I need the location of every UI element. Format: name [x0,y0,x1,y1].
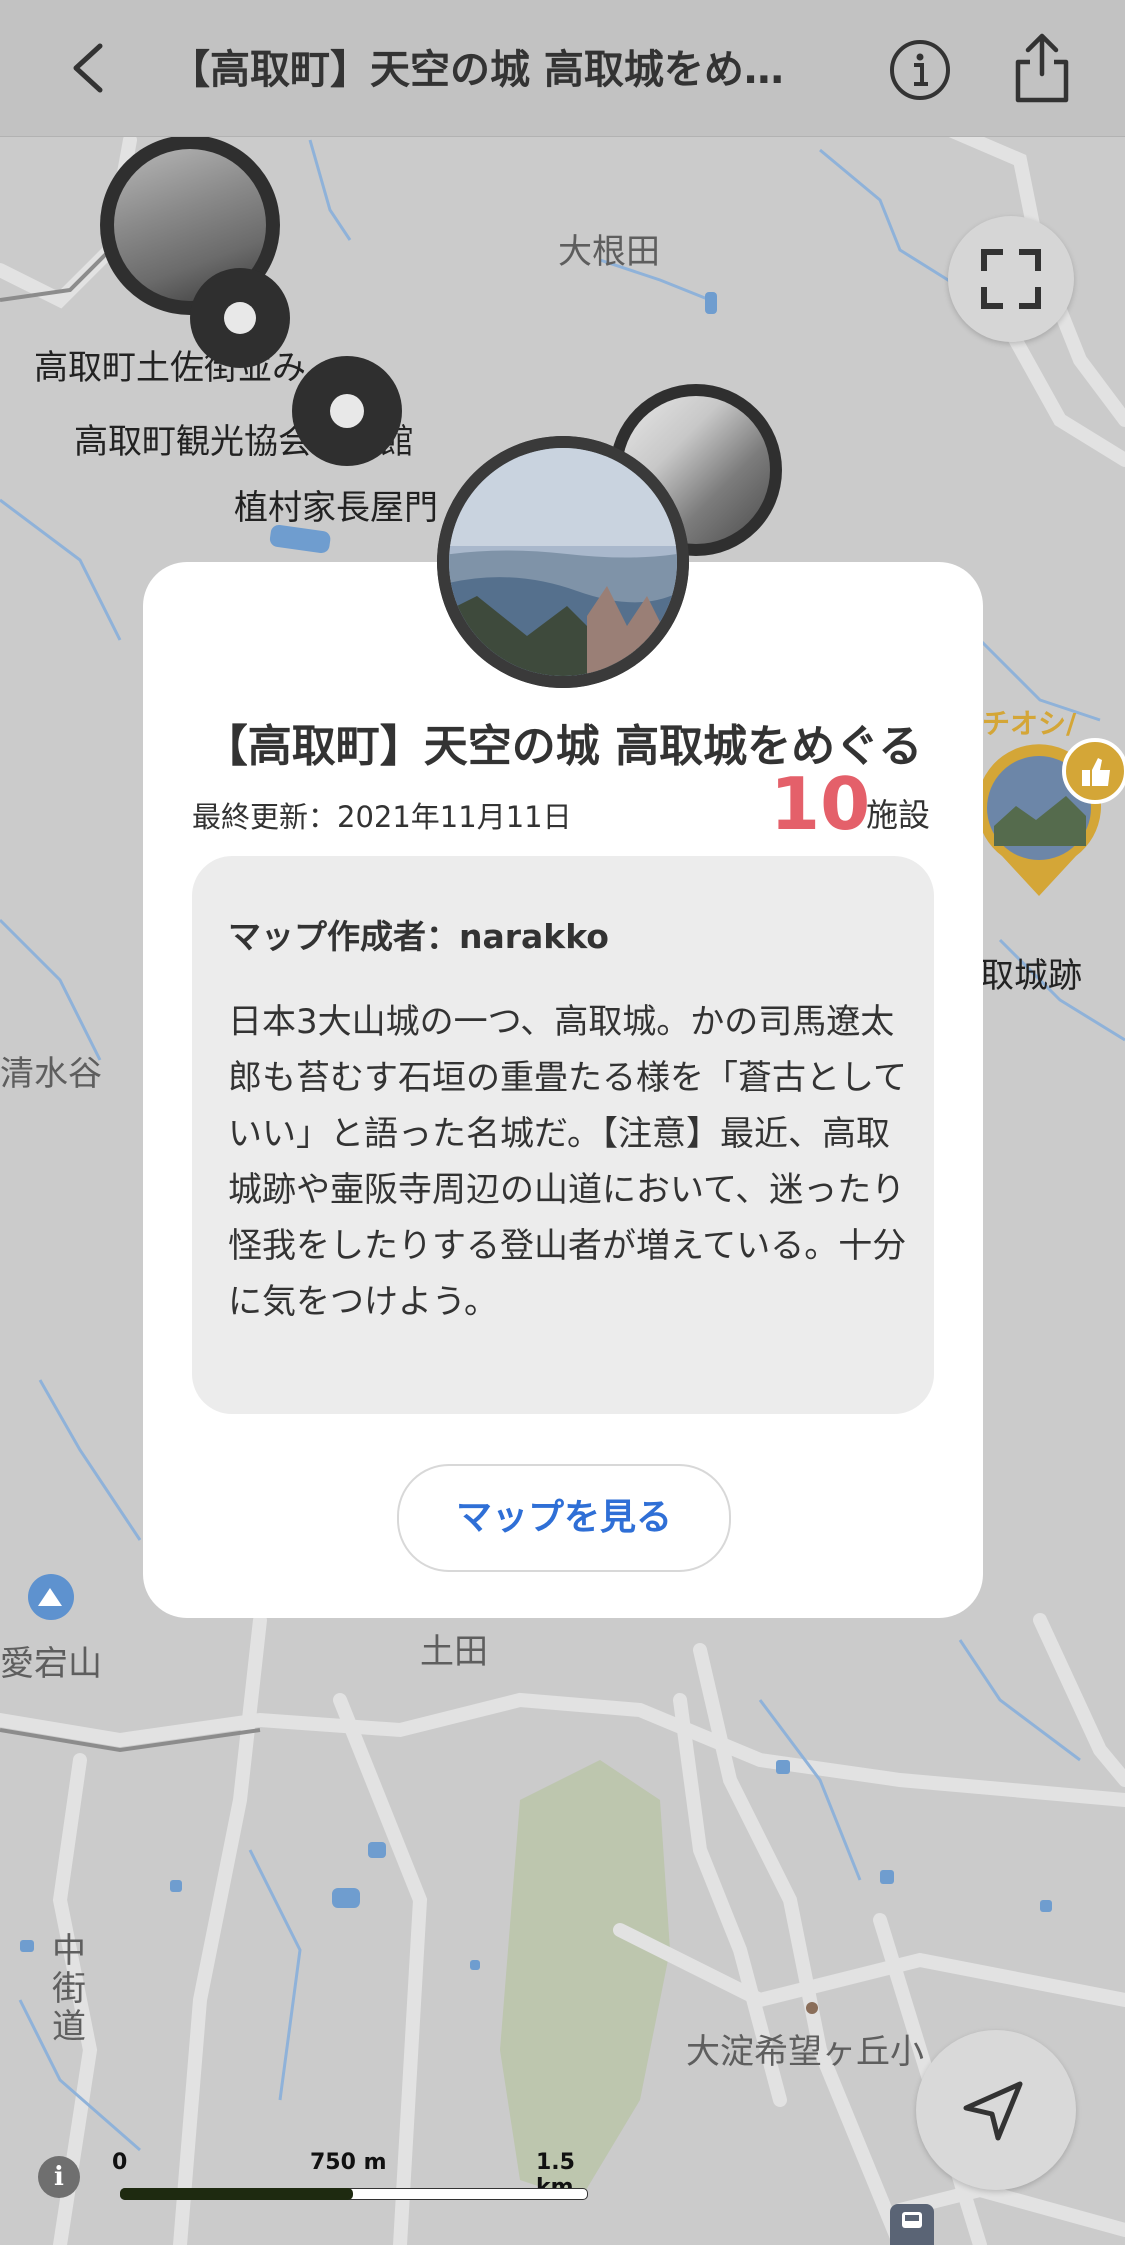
info-button[interactable] [888,38,952,102]
share-button[interactable] [1012,30,1072,106]
map-label-oneda: 大根田 [558,232,660,272]
map-pin[interactable] [190,268,290,368]
card-cover-photo [437,436,689,688]
map-author: マップ作成者：narakko [228,917,609,956]
map-label-atagoyama: 愛宕山 [0,1644,102,1684]
facility-count: 10 [770,762,871,846]
share-icon [1015,33,1069,103]
fullscreen-icon [981,249,1041,309]
back-button[interactable] [62,38,118,98]
scale-mid: 750 m [310,2150,387,2175]
map-pin-kanko[interactable] [292,356,402,466]
page-title: 【高取町】天空の城 高取城をめ… [170,47,784,93]
top-bar: 【高取町】天空の城 高取城をめ… [0,0,1125,137]
school-poi-dot [806,2002,818,2014]
info-icon [890,40,950,100]
map-scale: 0 750 m 1.5 km [112,2150,592,2210]
chevron-left-icon [73,43,103,93]
last-updated: 最終更新：2021年11月11日 [192,800,572,834]
map-label-nakakaido: 中街道 [52,1931,86,2047]
scale-zero: 0 [112,2150,128,2175]
map-description: 日本3大山城の一つ、高取城。かの司馬遼太郎も苔むす石垣の重畳たる様を「蒼古として… [228,1002,907,1322]
map-label-uemura[interactable]: 植村家長屋門 [234,480,438,529]
map-label-tsuchida: 土田 [420,1632,488,1672]
mountain-icon [28,1574,74,1620]
fullscreen-button[interactable] [948,216,1074,342]
train-icon [890,2204,934,2245]
map-label-shimizudani: 清水谷 [0,1054,102,1094]
map-label-ooyodo: 大淀希望ヶ丘小 [686,2032,924,2072]
view-map-button[interactable]: マップを見る [397,1464,731,1572]
scale-bar-segment [120,2188,353,2200]
location-arrow-icon [963,2081,1023,2141]
map-label-castle-ruins[interactable]: 取城跡 [980,948,1082,997]
facility-count-unit: 施設 [866,796,931,834]
current-location-button[interactable] [916,2030,1076,2190]
thumbs-up-icon [1062,738,1125,804]
map-attribution-info-icon[interactable]: i [38,2156,80,2198]
